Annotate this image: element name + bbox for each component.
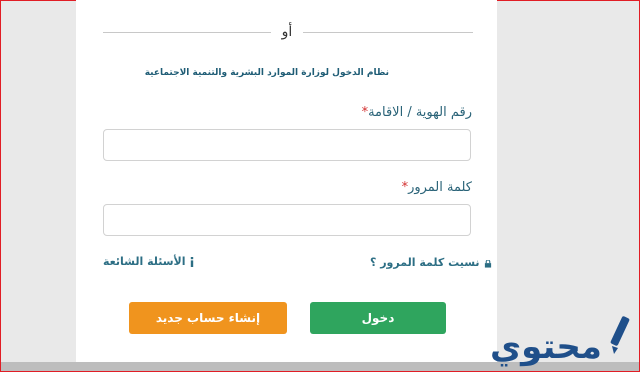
divider-line-left (103, 32, 271, 33)
site-watermark-logo: محتوي (490, 316, 630, 367)
left-background (1, 1, 76, 365)
faq-link[interactable]: الأسئلة الشائعة (103, 255, 194, 268)
forgot-password-link[interactable]: نسيت كلمة المرور ؟ (370, 256, 492, 269)
info-icon (190, 256, 193, 267)
password-field-label: كلمة المرور* (402, 180, 472, 195)
id-number-input[interactable] (103, 129, 471, 161)
pen-icon (610, 316, 630, 354)
create-account-button[interactable]: إنشاء حساب جديد (129, 302, 287, 334)
right-background (497, 1, 639, 365)
divider-line-right (303, 32, 473, 33)
system-subtitle: نظام الدخول لوزارة الموارد البشرية والتن… (144, 68, 389, 78)
login-button[interactable]: دخول (310, 302, 446, 334)
watermark-text: محتوي (490, 327, 602, 367)
id-label-text: رقم الهوية / الاقامة (368, 105, 472, 120)
password-input[interactable] (103, 204, 471, 236)
lock-icon (484, 259, 491, 268)
faq-text: الأسئلة الشائعة (103, 255, 186, 268)
or-label: أو (281, 24, 293, 40)
id-field-label: رقم الهوية / الاقامة* (362, 105, 472, 120)
or-divider: أو (103, 22, 473, 42)
password-label-text: كلمة المرور (408, 180, 472, 195)
forgot-password-text: نسيت كلمة المرور ؟ (370, 256, 480, 269)
